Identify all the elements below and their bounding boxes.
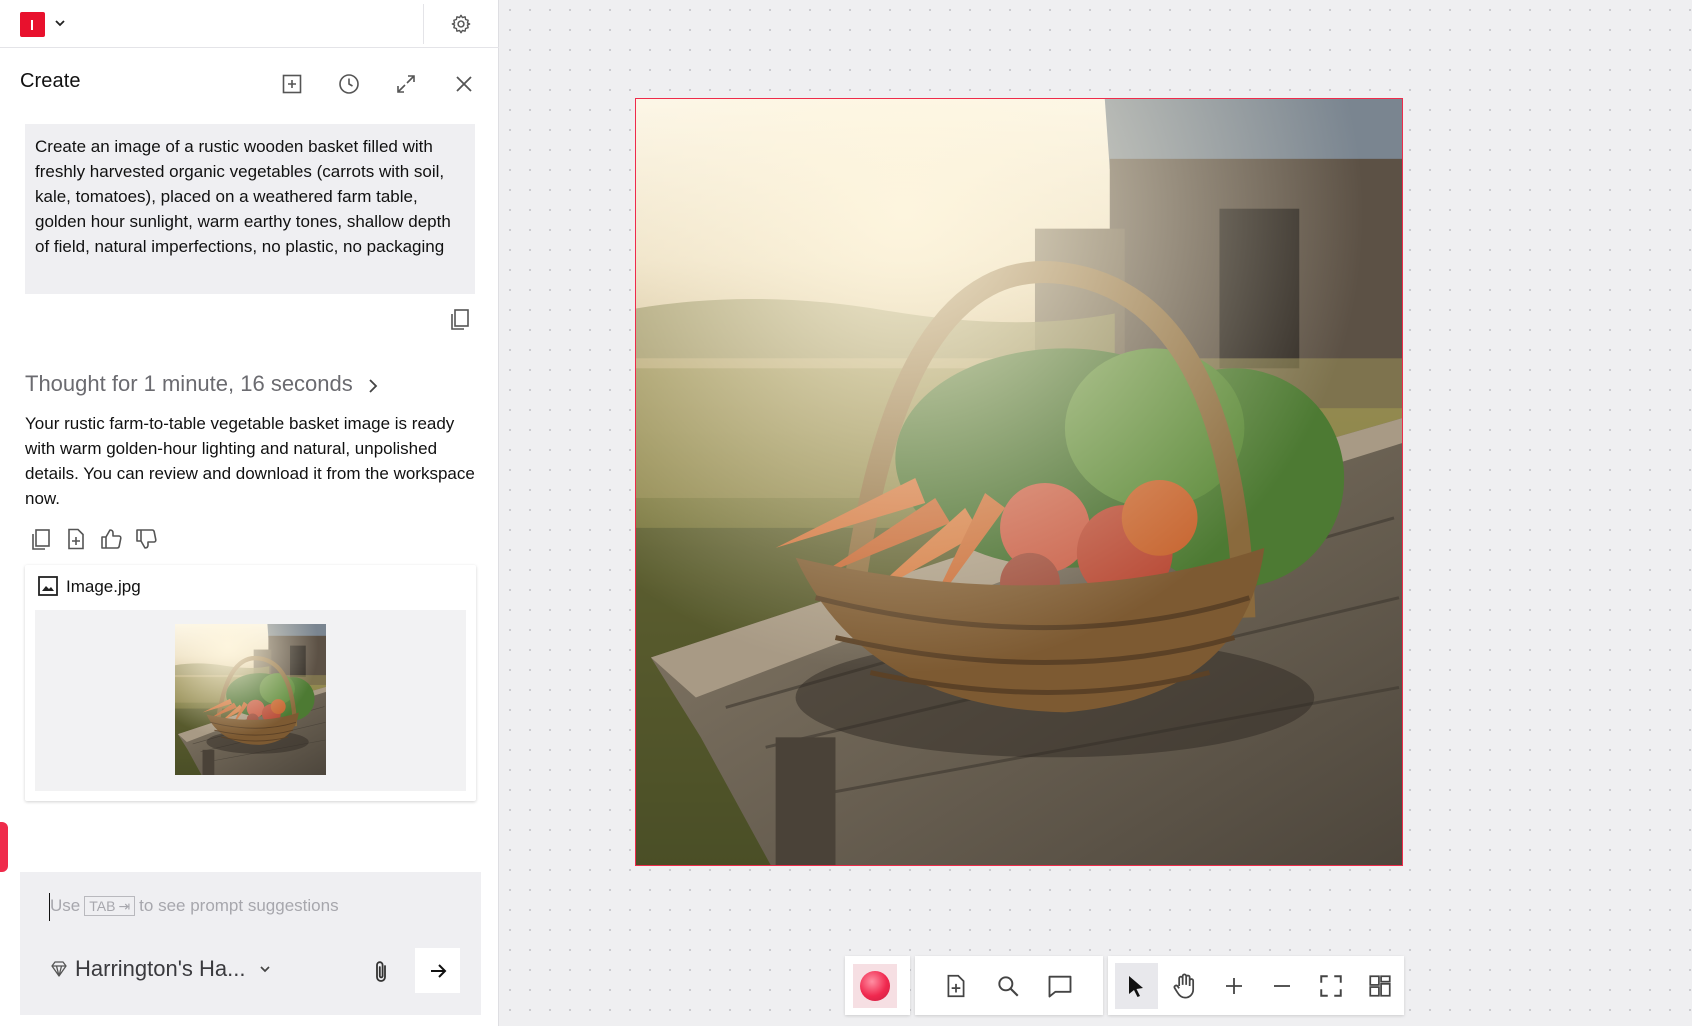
add-to-page-icon[interactable] — [64, 527, 88, 551]
ai-orb-icon — [860, 970, 890, 1001]
image-icon — [38, 576, 58, 596]
divider — [423, 4, 424, 44]
paperclip-icon[interactable] — [371, 959, 393, 985]
grid-view-button[interactable] — [1358, 963, 1401, 1009]
user-prompt: Create an image of a rustic wooden baske… — [25, 124, 475, 294]
ai-assistant-group — [845, 956, 910, 1015]
cursor-arrow-icon — [1129, 975, 1144, 997]
thought-toggle[interactable]: Thought for 1 minute, 16 seconds — [25, 371, 353, 397]
tab-key-hint: TAB ⇥ — [84, 896, 136, 916]
assistant-response: Your rustic farm-to-table vegetable bask… — [25, 414, 475, 508]
zoom-in-button[interactable] — [1212, 963, 1255, 1009]
hand-icon — [1173, 973, 1195, 999]
comment-icon — [1048, 975, 1072, 997]
grid-layout-icon — [1369, 974, 1391, 997]
thumbnail-image[interactable] — [175, 624, 326, 775]
prompt-composer[interactable]: Use TAB ⇥ to see prompt suggestions Harri… — [20, 872, 481, 1015]
tab-key-label: TAB — [89, 898, 116, 914]
add-page-icon — [947, 974, 965, 997]
search-button[interactable] — [985, 963, 1031, 1009]
comment-button[interactable] — [1037, 963, 1083, 1009]
copy-icon[interactable] — [29, 527, 53, 551]
fit-to-screen-button[interactable] — [1310, 963, 1353, 1009]
canvas-workspace[interactable] — [500, 0, 1692, 1026]
panel-title: Create — [20, 70, 81, 92]
chevron-right-icon[interactable] — [366, 377, 380, 395]
fullscreen-icon — [1320, 974, 1342, 997]
copy-icon[interactable] — [449, 308, 471, 332]
close-icon[interactable] — [452, 72, 476, 96]
chevron-down-icon[interactable] — [258, 960, 272, 978]
prompt-input[interactable]: Use TAB ⇥ to see prompt suggestions — [50, 896, 339, 916]
side-tab-handle[interactable] — [0, 822, 8, 872]
add-page-button[interactable] — [933, 963, 979, 1009]
zoom-out-button[interactable] — [1261, 963, 1304, 1009]
hint-suffix: to see prompt suggestions — [139, 896, 339, 915]
brand-kit-selector[interactable]: Harrington's Ha... — [75, 956, 246, 982]
insert-toolbar — [915, 956, 1103, 1015]
diamond-icon — [51, 961, 67, 977]
attachment-preview — [35, 610, 466, 791]
canvas-tools-toolbar — [1108, 956, 1404, 1015]
chevron-down-icon[interactable] — [53, 13, 67, 33]
send-button[interactable] — [415, 948, 460, 993]
arrow-right-icon — [430, 963, 446, 978]
thumbs-down-icon[interactable] — [134, 527, 158, 551]
thumbs-up-icon[interactable] — [99, 527, 123, 551]
attachment-card[interactable]: Image.jpg — [25, 565, 476, 801]
plus-icon — [1225, 977, 1242, 994]
hand-tool-button[interactable] — [1164, 963, 1207, 1009]
create-panel: Create Create an image of a rustic woode… — [0, 0, 499, 1026]
history-icon[interactable] — [337, 72, 361, 96]
new-chat-icon[interactable] — [280, 72, 304, 96]
gear-icon[interactable] — [450, 13, 472, 35]
ai-assistant-button[interactable] — [853, 963, 897, 1008]
search-icon — [998, 975, 1019, 997]
tab-arrow-icon: ⇥ — [118, 898, 131, 914]
app-logo[interactable] — [20, 12, 45, 37]
hint-prefix: Use — [50, 896, 81, 915]
attachment-file-name: Image.jpg — [66, 577, 141, 596]
top-bar — [0, 0, 499, 48]
expand-icon[interactable] — [394, 72, 418, 96]
select-tool-button[interactable] — [1115, 962, 1158, 1009]
minus-icon — [1274, 984, 1291, 987]
generated-image[interactable] — [635, 98, 1403, 866]
